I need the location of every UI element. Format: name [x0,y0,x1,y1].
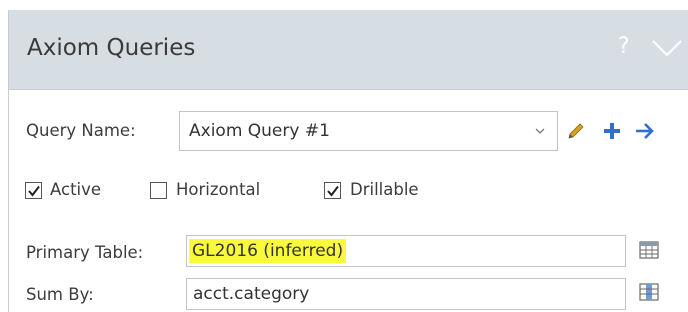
drillable-checkbox[interactable] [324,182,341,199]
table-grid-icon[interactable] [639,241,659,259]
horizontal-label: Horizontal [176,180,261,199]
checkmark-icon [327,185,339,197]
query-name-dropdown[interactable]: Axiom Query #1 [179,111,558,151]
plus-icon[interactable] [601,120,623,142]
checkmark-icon [28,185,40,197]
primary-table-label: Primary Table: [26,243,144,262]
axiom-queries-panel: Axiom Queries ? Query Name: Axiom Query … [8,10,688,312]
panel-title: Axiom Queries [27,35,196,61]
help-button[interactable]: ? [618,34,630,59]
arrow-right-icon[interactable] [634,120,656,142]
sum-by-field[interactable]: acct.category [186,278,626,310]
chevron-down-icon[interactable] [650,37,684,59]
drillable-label: Drillable [350,180,419,199]
pencil-icon[interactable] [565,120,587,142]
primary-table-field[interactable]: GL2016 (inferred) [186,235,626,267]
active-checkbox[interactable] [25,182,42,199]
horizontal-checkbox[interactable] [150,182,167,199]
sum-by-label: Sum By: [26,285,94,304]
query-name-value: Axiom Query #1 [189,121,330,141]
columns-icon[interactable] [639,283,659,301]
primary-table-value: GL2016 (inferred) [189,239,347,263]
query-name-label: Query Name: [26,121,136,140]
dropdown-caret-icon [535,128,545,134]
sum-by-value: acct.category [193,284,310,304]
panel-header: Axiom Queries ? [9,10,688,90]
active-label: Active [50,180,102,199]
